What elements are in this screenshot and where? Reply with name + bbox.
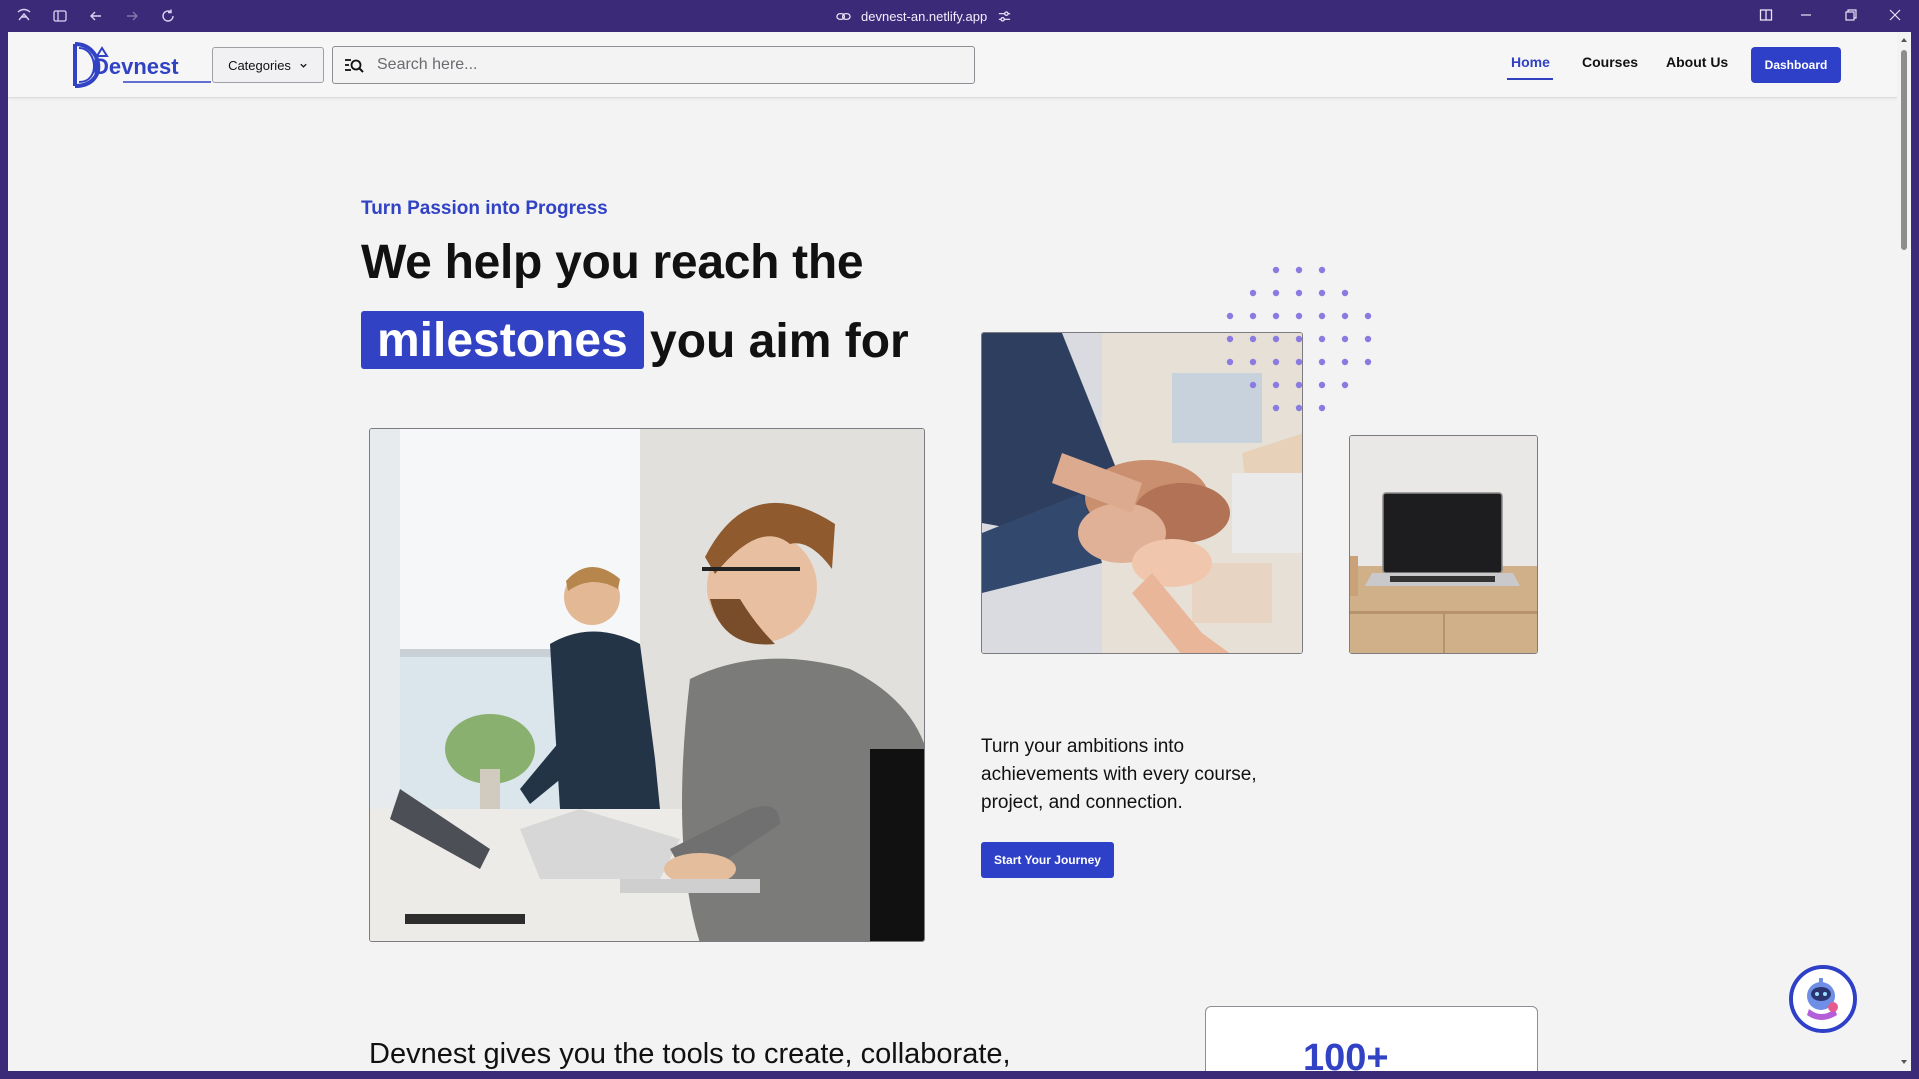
- app-menu-icon[interactable]: [16, 8, 32, 24]
- browser-toolbar: devnest-an.netlify.app: [0, 0, 1919, 32]
- window-frame-bottom: [0, 1071, 1919, 1079]
- window-frame-right: [1911, 32, 1919, 1079]
- start-journey-button[interactable]: Start Your Journey: [981, 842, 1114, 878]
- hero-headline-highlight: milestones: [361, 311, 644, 369]
- minimize-icon[interactable]: [1799, 8, 1815, 24]
- scroll-down-arrow-icon[interactable]: [1900, 1058, 1908, 1066]
- scroll-thumb[interactable]: [1901, 50, 1907, 250]
- logo-text: Devnest: [93, 54, 179, 79]
- active-nav-indicator: [1507, 78, 1553, 80]
- link-icon: [836, 9, 851, 24]
- search-icon: [345, 59, 364, 73]
- back-icon[interactable]: [88, 8, 104, 24]
- categories-label: Categories: [228, 57, 291, 73]
- chatbot-button[interactable]: [1789, 965, 1857, 1033]
- search-bar[interactable]: [332, 46, 975, 84]
- hero-photo-laptop: [1349, 435, 1538, 654]
- hero-headline-line1: We help you reach the: [361, 236, 864, 289]
- address-bar[interactable]: devnest-an.netlify.app: [836, 7, 1012, 25]
- restore-icon[interactable]: [1844, 8, 1860, 24]
- close-icon[interactable]: [1888, 8, 1904, 24]
- split-view-icon[interactable]: [1759, 8, 1775, 24]
- categories-dropdown[interactable]: Categories: [212, 47, 324, 83]
- forward-icon[interactable]: [124, 8, 140, 24]
- hero-photo-developers: [369, 428, 925, 942]
- devnest-logo[interactable]: Devnest: [63, 38, 213, 92]
- page-viewport: Devnest Categories Home Courses About Us…: [8, 32, 1897, 1071]
- hero-description: Turn your ambitions into achievements wi…: [981, 736, 1257, 813]
- site-settings-icon[interactable]: [997, 9, 1012, 24]
- chatbot-icon: [1793, 969, 1853, 1029]
- tools-section-text: Devnest gives you the tools to create, c…: [369, 1038, 1011, 1070]
- stat-card: 100+: [1205, 1006, 1538, 1071]
- nav-link-courses[interactable]: Courses: [1582, 54, 1638, 70]
- url-text[interactable]: devnest-an.netlify.app: [861, 9, 987, 24]
- decorative-dot-grid: [1226, 266, 1372, 412]
- stat-value: 100+: [1303, 1037, 1389, 1071]
- sidebar-icon[interactable]: [52, 8, 68, 24]
- search-input[interactable]: [377, 56, 957, 74]
- dashboard-button[interactable]: Dashboard: [1751, 47, 1841, 83]
- site-navbar: Devnest Categories Home Courses About Us…: [8, 32, 1897, 98]
- nav-link-home[interactable]: Home: [1511, 54, 1550, 70]
- reload-icon[interactable]: [160, 8, 176, 24]
- nav-link-about-us[interactable]: About Us: [1666, 54, 1728, 70]
- hero-headline-line2: you aim for: [650, 315, 909, 368]
- scroll-up-arrow-icon[interactable]: [1900, 36, 1908, 44]
- chevron-down-icon: [300, 63, 307, 68]
- scrollbar[interactable]: [1897, 32, 1911, 1071]
- hero-tagline: Turn Passion into Progress: [361, 198, 608, 219]
